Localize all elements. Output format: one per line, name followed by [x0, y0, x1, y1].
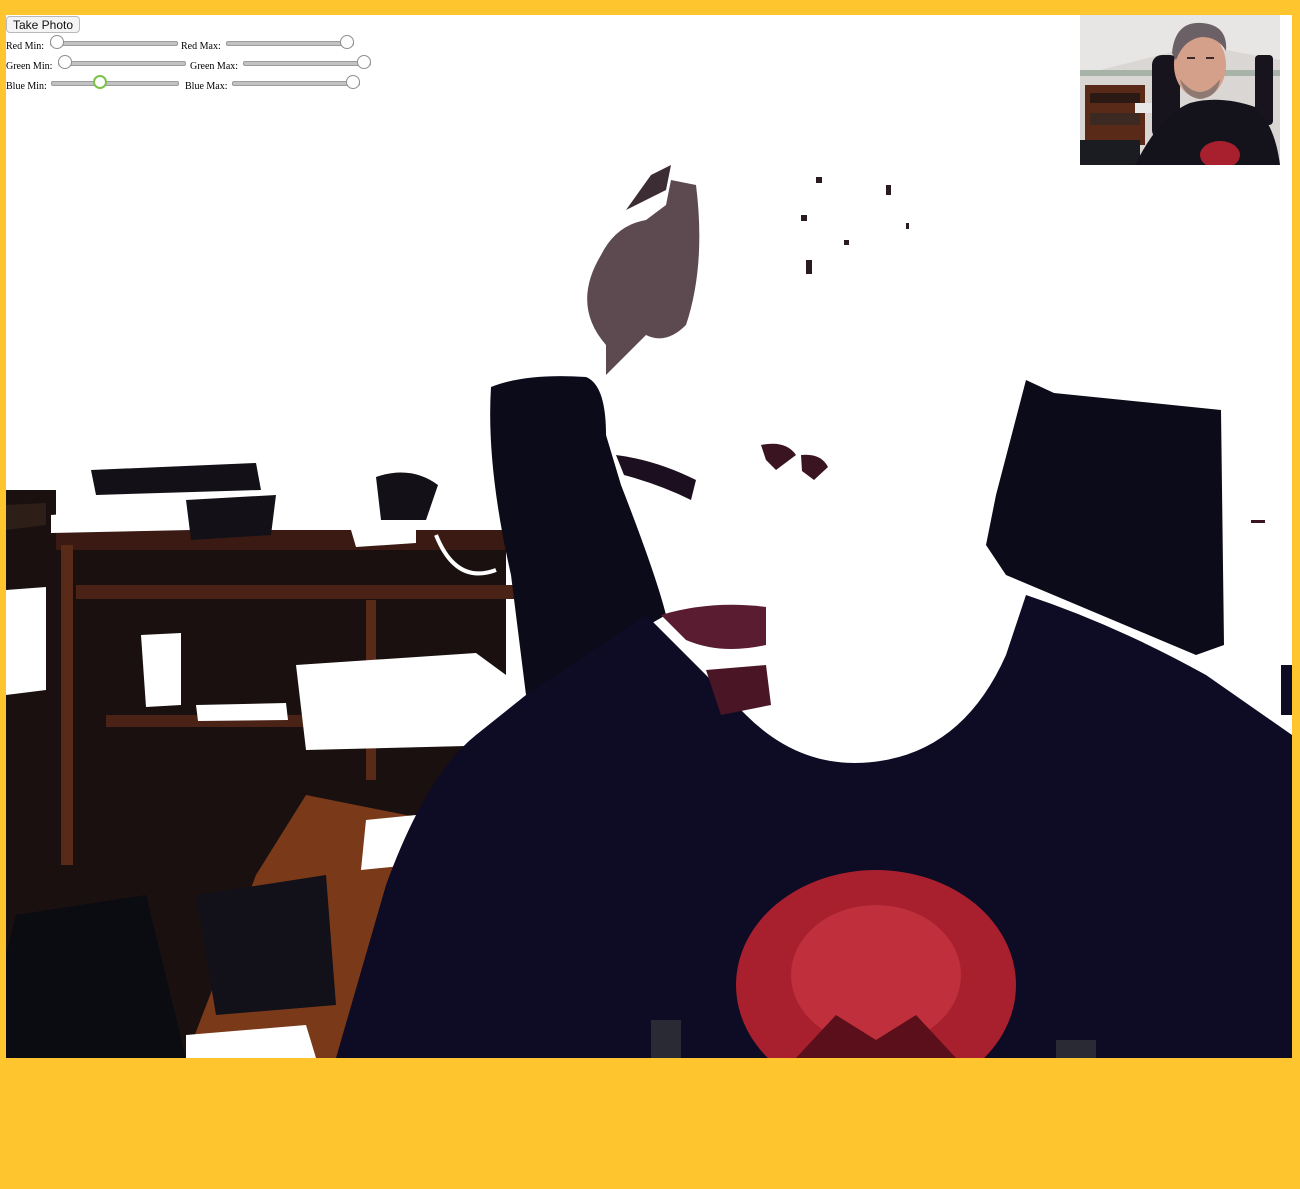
blue-min-track	[51, 81, 179, 86]
red-min-thumb[interactable]	[50, 35, 64, 49]
red-min-label: Red Min:	[6, 41, 45, 52]
filtered-webcam-image	[6, 15, 1292, 1058]
filtered-video-canvas	[6, 15, 1292, 1058]
blue-max-thumb[interactable]	[346, 75, 360, 89]
red-max-track	[226, 41, 354, 46]
green-min-track	[58, 61, 186, 66]
green-max-label: Green Max:	[190, 61, 239, 72]
red-min-slider[interactable]	[50, 35, 178, 51]
green-min-label: Green Min:	[6, 61, 53, 72]
green-min-thumb[interactable]	[58, 55, 72, 69]
take-photo-button[interactable]: Take Photo	[6, 16, 80, 33]
red-max-thumb[interactable]	[340, 35, 354, 49]
blue-min-slider[interactable]	[51, 75, 179, 91]
red-max-label: Red Max:	[181, 41, 221, 52]
green-max-track	[243, 61, 371, 66]
webcam-preview	[1080, 15, 1280, 165]
color-filter-controls: Take Photo Red Min: Red Max: Green Min: …	[6, 16, 386, 96]
blue-min-thumb[interactable]	[93, 75, 108, 89]
webcam-preview-image	[1080, 15, 1280, 165]
green-min-slider[interactable]	[58, 55, 186, 71]
red-min-track	[50, 41, 178, 46]
blue-max-label: Blue Max:	[185, 81, 228, 92]
blue-min-label: Blue Min:	[6, 81, 47, 92]
blue-max-track	[232, 81, 360, 86]
green-max-slider[interactable]	[243, 55, 371, 71]
red-max-slider[interactable]	[226, 35, 354, 51]
green-max-thumb[interactable]	[357, 55, 371, 69]
blue-max-slider[interactable]	[232, 75, 360, 91]
